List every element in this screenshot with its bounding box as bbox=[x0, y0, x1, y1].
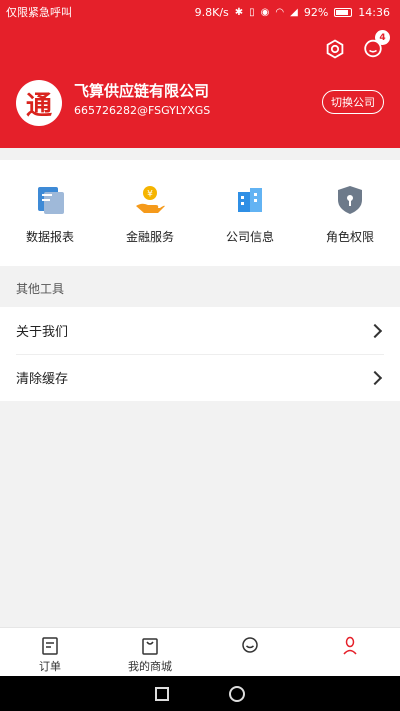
list-item-clear-cache[interactable]: 清除缓存 bbox=[0, 354, 400, 401]
grid-label: 公司信息 bbox=[225, 230, 274, 244]
grid-item-role-permissions[interactable]: 角色权限 bbox=[300, 160, 400, 266]
system-navigation-bar bbox=[0, 676, 400, 711]
report-icon bbox=[38, 187, 64, 214]
recents-button[interactable] bbox=[155, 686, 169, 701]
tab-my-shop[interactable]: 我的商城 bbox=[100, 628, 200, 676]
grid-item-company-info[interactable]: 公司信息 bbox=[200, 160, 300, 266]
wifi-icon: ◠ bbox=[275, 6, 285, 18]
messages-button[interactable]: 4 bbox=[362, 30, 390, 60]
order-icon bbox=[42, 637, 58, 655]
status-icons: 9.8K/s ✱ ▯ ◉ ◠ ◢ 92% 14:36 bbox=[195, 6, 390, 19]
message-badge: 4 bbox=[375, 30, 390, 45]
clock: 14:36 bbox=[358, 5, 390, 19]
settings-button[interactable] bbox=[324, 38, 346, 60]
grid-label: 数据报表 bbox=[25, 230, 74, 244]
vibrate-icon: ▯ bbox=[249, 6, 255, 18]
network-speed: 9.8K/s bbox=[194, 5, 229, 19]
profile-icon bbox=[343, 636, 357, 655]
function-grid: 数据报表 ¥ 金融服务 公司信息 角色权限 bbox=[0, 160, 400, 266]
company-account-id: 665726282@FSGYLYXGS bbox=[74, 104, 211, 117]
header-actions: 4 bbox=[324, 30, 390, 60]
battery-percent: 92% bbox=[303, 5, 329, 19]
grid-label: 角色权限 bbox=[325, 230, 374, 244]
switch-company-button[interactable]: 切换公司 bbox=[322, 90, 384, 114]
chevron-right-icon bbox=[367, 323, 383, 338]
finance-icon: ¥ bbox=[136, 186, 165, 213]
list-item-label: 清除缓存 bbox=[16, 372, 69, 387]
svg-text:¥: ¥ bbox=[147, 190, 153, 200]
tools-list: 关于我们 清除缓存 bbox=[0, 307, 400, 401]
company-logo: 通 bbox=[16, 80, 62, 126]
section-title-other-tools: 其他工具 bbox=[16, 282, 65, 296]
tab-center[interactable] bbox=[200, 628, 300, 676]
tab-center-icon bbox=[242, 637, 258, 653]
carrier-text: 仅限紧急呼叫 bbox=[6, 6, 72, 19]
home-button[interactable] bbox=[229, 685, 245, 702]
grid-label: 金融服务 bbox=[125, 230, 174, 244]
gear-icon bbox=[326, 39, 344, 59]
grid-item-finance[interactable]: ¥ 金融服务 bbox=[100, 160, 200, 266]
tab-label: 订单 bbox=[39, 660, 61, 673]
company-name: 飞算供应链有限公司 bbox=[74, 82, 210, 100]
bottom-tab-bar: 订单 我的商城 bbox=[0, 627, 400, 676]
list-item-label: 关于我们 bbox=[16, 325, 69, 340]
shield-lock-icon bbox=[338, 186, 362, 214]
battery-icon bbox=[334, 7, 353, 17]
logo-glyph: 通 bbox=[25, 90, 52, 121]
profile-header: 仅限紧急呼叫 9.8K/s ✱ ▯ ◉ ◠ ◢ 92% 14:36 4 通 飞算… bbox=[0, 0, 400, 148]
company-icon bbox=[238, 188, 262, 212]
eye-icon: ◉ bbox=[260, 6, 270, 18]
tab-label: 我的商城 bbox=[128, 660, 172, 673]
bluetooth-icon: ✱ bbox=[234, 6, 244, 18]
signal-icon: ◢ bbox=[290, 6, 298, 18]
grid-item-reports[interactable]: 数据报表 bbox=[0, 160, 100, 266]
tab-orders[interactable]: 订单 bbox=[0, 628, 100, 676]
chevron-right-icon bbox=[367, 370, 383, 385]
shop-bag-icon bbox=[142, 638, 158, 655]
list-item-about-us[interactable]: 关于我们 bbox=[0, 307, 400, 354]
tab-profile[interactable] bbox=[300, 628, 400, 676]
status-bar: 仅限紧急呼叫 9.8K/s ✱ ▯ ◉ ◠ ◢ 92% 14:36 bbox=[0, 0, 400, 24]
